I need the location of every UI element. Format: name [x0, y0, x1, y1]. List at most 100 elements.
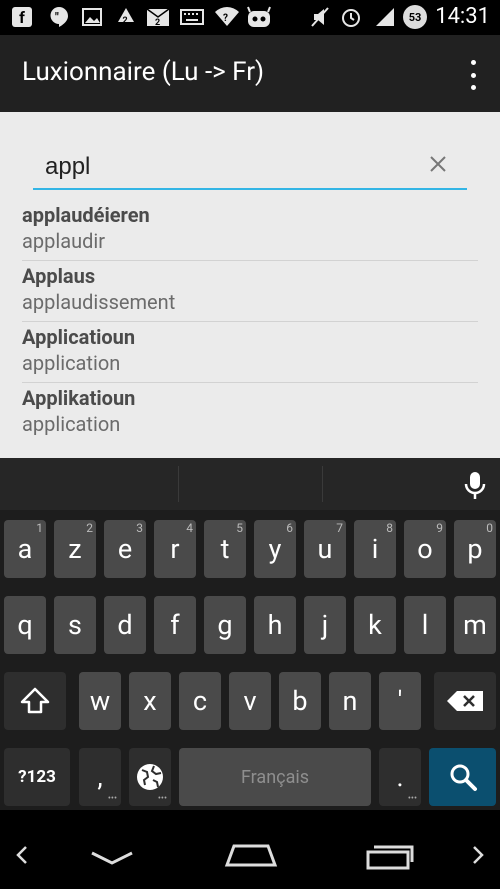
key-p[interactable]: p0: [454, 520, 496, 578]
key-e[interactable]: e3: [104, 520, 146, 578]
close-icon: [430, 156, 446, 172]
search-underline: [33, 188, 467, 190]
strip-divider: [322, 466, 323, 502]
globe-icon: [137, 764, 163, 790]
suggestion-strip: [0, 458, 500, 510]
key-z[interactable]: z2: [54, 520, 96, 578]
soft-keyboard: a1 z2 e3 r4 t5 y6 u7 i8 o9 p0 q s d f g …: [0, 458, 500, 810]
mail-notification-icon: 2: [146, 6, 170, 28]
list-item[interactable]: Applaus applaudissement: [22, 261, 478, 322]
key-g[interactable]: g: [204, 596, 246, 654]
key-label: ,: [97, 761, 103, 793]
mute-icon: [310, 6, 330, 28]
home-button[interactable]: [224, 842, 278, 872]
key-v[interactable]: v: [229, 672, 271, 730]
shift-key[interactable]: [4, 672, 66, 730]
key-label: z: [68, 533, 82, 565]
key-hint: 2: [86, 521, 93, 535]
key-q[interactable]: q: [4, 596, 46, 654]
key-d[interactable]: d: [104, 596, 146, 654]
key-label: .: [396, 761, 404, 793]
chevron-down-icon: [91, 851, 133, 865]
result-translation: application: [22, 351, 121, 375]
hangouts-notification-icon: ": [48, 6, 70, 28]
key-hint: 4: [186, 521, 193, 535]
key-label: t: [220, 533, 230, 565]
svg-text:2: 2: [155, 18, 160, 28]
result-term: Applikatioun: [22, 386, 136, 410]
key-apostrophe[interactable]: ': [379, 672, 421, 730]
recent-apps-icon: [366, 845, 414, 870]
backspace-icon: [447, 691, 483, 711]
results-list: applaudéieren applaudir Applaus applaudi…: [22, 200, 478, 444]
strip-divider: [178, 466, 179, 502]
status-time: 14:31: [435, 4, 490, 29]
key-u[interactable]: u7: [304, 520, 346, 578]
comma-key[interactable]: , •••: [79, 748, 121, 806]
keyboard-right-arrow-button[interactable]: [468, 843, 488, 871]
space-key[interactable]: Français: [179, 748, 371, 806]
result-translation: applaudissement: [22, 290, 176, 314]
overflow-dot: [470, 85, 476, 90]
key-c[interactable]: c: [179, 672, 221, 730]
key-r[interactable]: r4: [154, 520, 196, 578]
key-a[interactable]: a1: [4, 520, 46, 578]
keyboard-left-arrow-button[interactable]: [12, 843, 32, 871]
more-keys-dots: •••: [107, 794, 117, 804]
clear-search-button[interactable]: [426, 152, 450, 176]
key-hint: 7: [336, 521, 343, 535]
key-label: r: [170, 533, 180, 565]
key-label: o: [417, 533, 433, 565]
search-key[interactable]: [429, 748, 496, 806]
key-j[interactable]: j: [304, 596, 346, 654]
list-item[interactable]: applaudéieren applaudir: [22, 200, 478, 261]
chevron-right-icon: [473, 846, 484, 864]
status-bar: f " 2 2 ? 53 14:31: [0, 0, 500, 35]
wifi-question-icon: ?: [214, 6, 240, 28]
list-item[interactable]: Applicatioun application: [22, 322, 478, 383]
key-n[interactable]: n: [329, 672, 371, 730]
shift-icon: [20, 687, 50, 714]
overflow-dot: [470, 72, 476, 78]
overflow-menu-button[interactable]: [468, 60, 478, 90]
key-b[interactable]: b: [279, 672, 321, 730]
key-w[interactable]: w: [79, 672, 121, 730]
key-o[interactable]: o9: [404, 520, 446, 578]
key-t[interactable]: t5: [204, 520, 246, 578]
key-hint: 5: [236, 521, 243, 535]
key-label: y: [268, 533, 282, 565]
recent-apps-button[interactable]: [364, 842, 414, 874]
key-i[interactable]: i8: [354, 520, 396, 578]
svg-text:?: ?: [223, 13, 228, 24]
key-x[interactable]: x: [129, 672, 171, 730]
list-item[interactable]: Applikatioun application: [22, 383, 478, 444]
key-s[interactable]: s: [54, 596, 96, 654]
svg-text:2: 2: [123, 16, 128, 26]
key-h[interactable]: h: [254, 596, 296, 654]
key-hint: 0: [486, 521, 493, 535]
overflow-dot: [470, 60, 476, 65]
svg-text:": ": [55, 10, 59, 24]
key-m[interactable]: m: [454, 596, 496, 654]
key-k[interactable]: k: [354, 596, 396, 654]
facebook-notification-icon: f: [12, 6, 32, 28]
app-bar: Luxionnaire (Lu -> Fr): [0, 35, 500, 112]
search-input[interactable]: [45, 152, 415, 182]
key-y[interactable]: y6: [254, 520, 296, 578]
app-title: Luxionnaire (Lu -> Fr): [22, 57, 265, 87]
signal-icon: [374, 6, 396, 28]
language-key[interactable]: •••: [129, 748, 171, 806]
key-hint: 8: [386, 521, 393, 535]
microphone-icon[interactable]: [463, 470, 487, 502]
backspace-key[interactable]: [434, 672, 496, 730]
hide-keyboard-button[interactable]: [88, 850, 136, 870]
navigation-bar: [0, 810, 500, 889]
key-hint: 6: [286, 521, 293, 535]
symbols-key[interactable]: ?123: [4, 748, 70, 806]
period-key[interactable]: . •••: [379, 748, 421, 806]
result-term: Applaus: [22, 264, 96, 288]
key-label: p: [467, 533, 483, 565]
key-f[interactable]: f: [154, 596, 196, 654]
result-term: applaudéieren: [22, 203, 150, 227]
key-l[interactable]: l: [404, 596, 446, 654]
